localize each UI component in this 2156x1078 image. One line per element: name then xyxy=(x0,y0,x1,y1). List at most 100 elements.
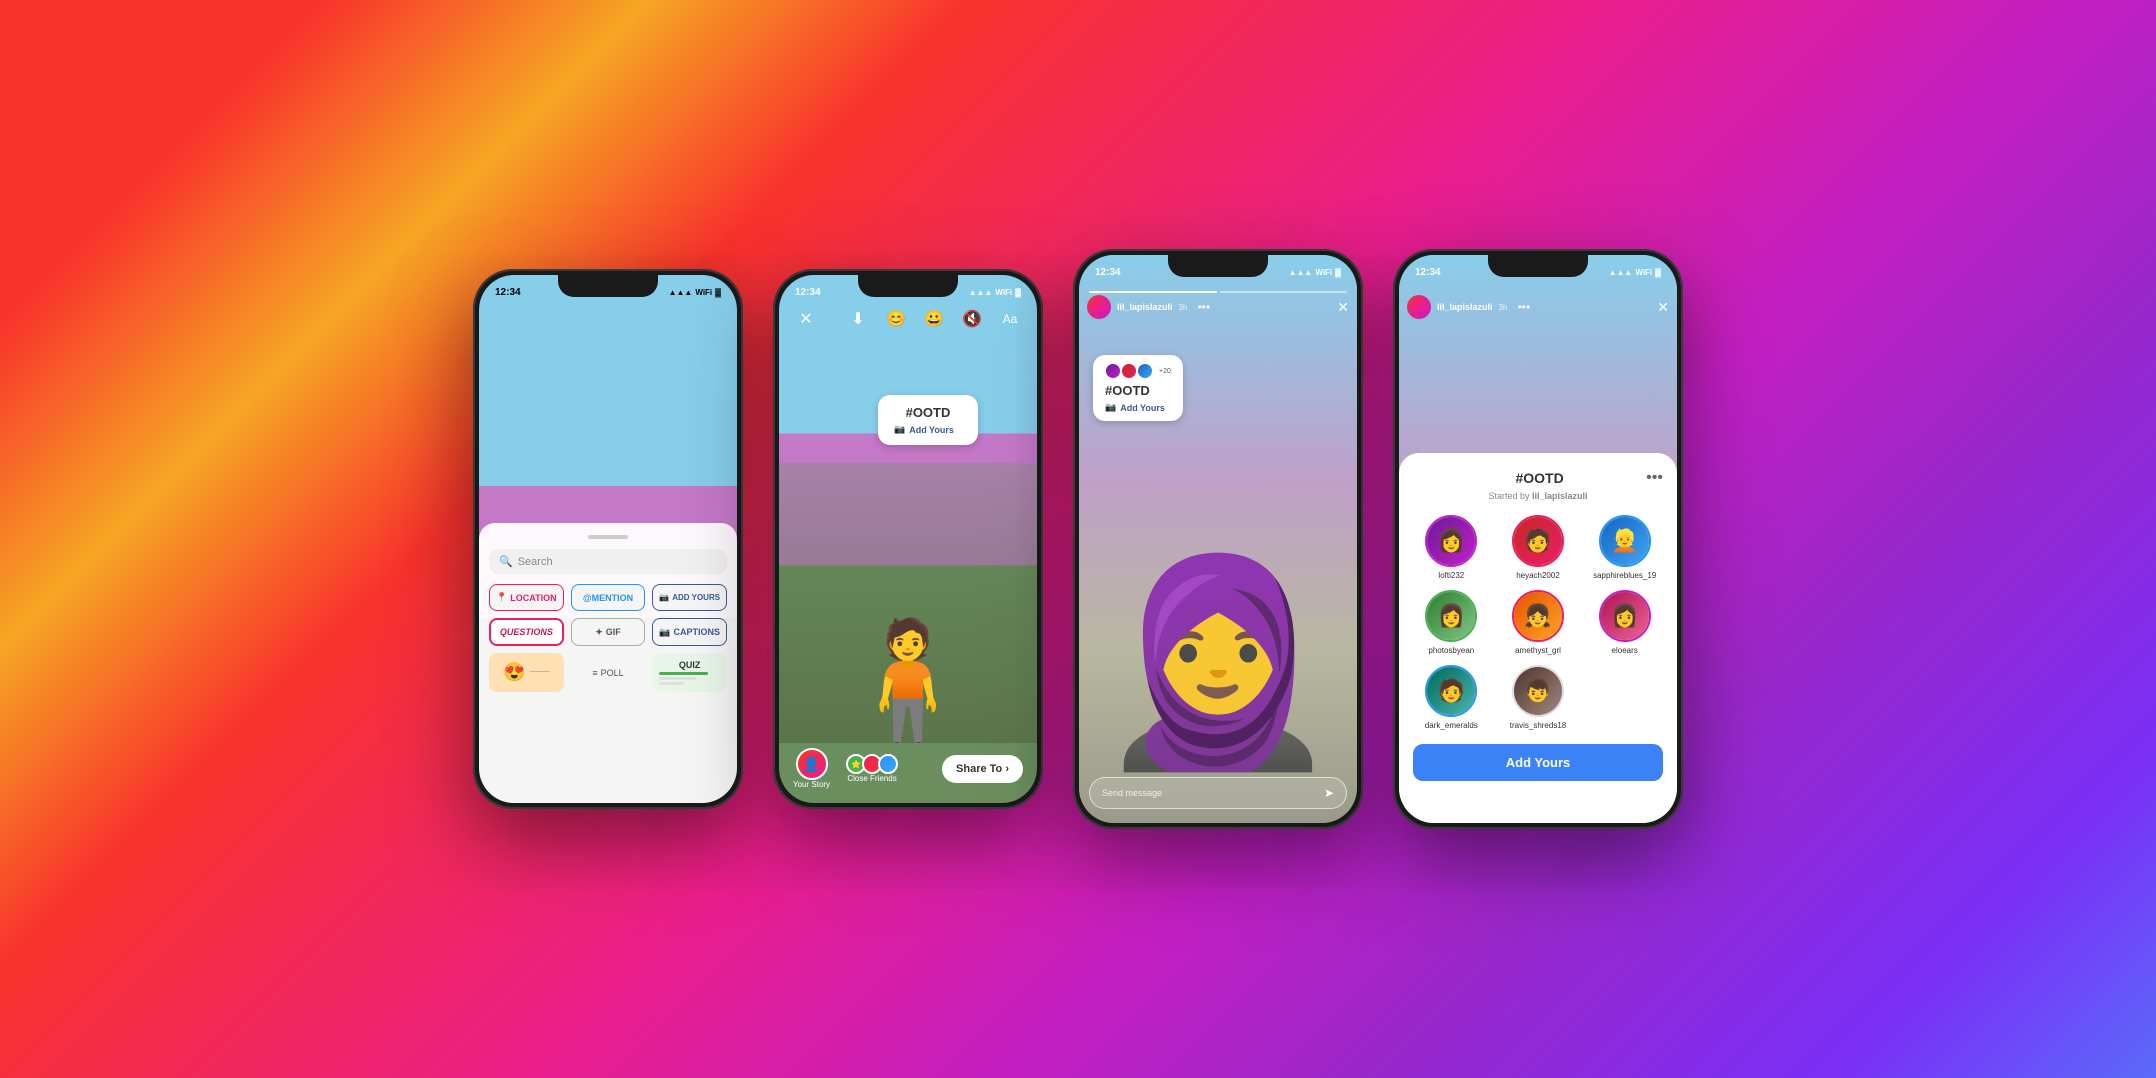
quiz-label: QUIZ xyxy=(679,660,701,670)
participant-av-0: 👩 xyxy=(1425,515,1477,567)
sticker-mention-btn[interactable]: @MENTION xyxy=(571,584,646,611)
subtitle-user: lil_lapislazuli xyxy=(1532,491,1588,501)
participant-name-5: eloears xyxy=(1612,646,1638,655)
story-ootd-title: #OOTD xyxy=(1105,383,1171,398)
quiz-bars xyxy=(659,672,720,685)
story-user-avatar[interactable] xyxy=(1087,295,1111,319)
signal3-icon: ▲▲▲ xyxy=(1289,268,1313,277)
phone3-time: 12:34 xyxy=(1095,267,1121,278)
participant-item[interactable]: 👱 sapphireblues_19 xyxy=(1586,515,1663,580)
message-placeholder: Send message xyxy=(1102,788,1162,798)
story-close-icon[interactable]: ✕ xyxy=(1337,299,1349,316)
sheet-header: #OOTD ••• xyxy=(1413,469,1663,487)
poll-icon: ≡ xyxy=(592,668,597,678)
text-icon[interactable]: Aa xyxy=(997,312,1023,326)
phone4-status-icons: ▲▲▲ WiFi ▓ xyxy=(1609,268,1661,277)
sticker-poll-btn[interactable]: ≡ POLL xyxy=(571,653,646,692)
sticker-icon[interactable]: 😀 xyxy=(921,309,947,329)
participant-av-7: 👦 xyxy=(1512,665,1564,717)
emoji-icon[interactable]: 😊 xyxy=(883,309,909,329)
download-icon[interactable]: ⬇ xyxy=(845,309,871,329)
add-yours-bottom-sheet: #OOTD ••• Started by lil_lapislazuli 👩 l… xyxy=(1399,453,1677,823)
addyours-icon: 📷 xyxy=(659,593,669,602)
participants-grid: 👩 lofti232 🧑 heyach2002 👱 xyxy=(1413,515,1663,730)
participant-name-2: sapphireblues_19 xyxy=(1593,571,1656,580)
sticker-gif-btn[interactable]: ✦ GIF xyxy=(571,618,646,646)
story-person-photo: 🧍 xyxy=(779,463,1037,743)
phones-container: 12:34 ▲▲▲ WiFi ▓ 🔍 Search 📍 LOCATIO xyxy=(0,0,2156,1078)
phone4-close-icon[interactable]: ✕ xyxy=(1657,299,1669,316)
sticker-location-btn[interactable]: 📍 LOCATION xyxy=(489,584,564,611)
phone4-user-details: lil_lapislazuli xyxy=(1437,302,1493,312)
mute-icon[interactable]: 🔇 xyxy=(959,309,985,329)
ootd-sticker-story[interactable]: +20 #OOTD 📷 Add Yours xyxy=(1093,355,1183,421)
sticker-addyours-btn[interactable]: 📷 ADD YOURS xyxy=(652,584,727,611)
story-username: lil_lapislazuli xyxy=(1117,302,1173,312)
sticker-bottom-row: 😍 ──── ≡ POLL QUIZ xyxy=(489,653,727,692)
share-to-button[interactable]: Share To › xyxy=(942,755,1023,783)
participant-item-empty xyxy=(1586,665,1663,730)
gif-icon: ✦ xyxy=(595,627,603,638)
participant-av-1: 🧑 xyxy=(1512,515,1564,567)
participant-avatars-row: +20 xyxy=(1105,363,1171,379)
story-user-details: lil_lapislazuli xyxy=(1117,302,1173,312)
sticker-tray-overlay[interactable]: 🔍 Search 📍 LOCATION @MENTION 📷 ADD YOURS xyxy=(479,523,737,803)
questions-label: QUESTIONS xyxy=(500,627,553,637)
close-friends-group[interactable]: ⭐ Close Friends xyxy=(846,754,898,783)
phone1-notch xyxy=(558,275,658,297)
participant-item[interactable]: 👦 travis_shreds18 xyxy=(1500,665,1577,730)
phone2-status-icons: ▲▲▲ WiFi ▓ xyxy=(969,288,1021,297)
wifi4-icon: WiFi xyxy=(1635,268,1652,277)
participant-name-1: heyach2002 xyxy=(1516,571,1560,580)
participant-item[interactable]: 👩 photosbyean xyxy=(1413,590,1490,655)
phone4-story-avatar[interactable] xyxy=(1407,295,1431,319)
ootd-sticker-editor[interactable]: #OOTD 📷 Add Yours xyxy=(878,395,978,445)
your-story-group[interactable]: 👤 Your Story xyxy=(793,748,830,789)
sticker-captions-btn[interactable]: 📷 CAPTIONS xyxy=(652,618,727,646)
phone2-screen: 🧍 12:34 ▲▲▲ WiFi ▓ ✕ ⬇ 😊 😀 xyxy=(779,275,1037,803)
phone1-screen: 12:34 ▲▲▲ WiFi ▓ 🔍 Search 📍 LOCATIO xyxy=(479,275,737,803)
battery3-icon: ▓ xyxy=(1335,268,1341,277)
participant-item[interactable]: 🧑 dark_emeralds xyxy=(1413,665,1490,730)
signal-icon: ▲▲▲ xyxy=(669,288,693,297)
participant-av-4: 👧 xyxy=(1512,590,1564,642)
phone-sticker-tray: 12:34 ▲▲▲ WiFi ▓ 🔍 Search 📍 LOCATIO xyxy=(473,269,743,809)
close-icon[interactable]: ✕ xyxy=(793,309,819,329)
wifi2-icon: WiFi xyxy=(995,288,1012,297)
sheet-more-icon[interactable]: ••• xyxy=(1646,469,1663,487)
sheet-title: #OOTD xyxy=(1515,470,1563,486)
signal2-icon: ▲▲▲ xyxy=(969,288,993,297)
location-label: LOCATION xyxy=(510,593,556,603)
sticker-emoji-btn[interactable]: 😍 ──── xyxy=(489,653,564,692)
participant-item[interactable]: 👩 eloears xyxy=(1586,590,1663,655)
participant-av-5: 👩 xyxy=(1599,590,1651,642)
phone1-status-icons: ▲▲▲ WiFi ▓ xyxy=(669,288,721,297)
participant-item[interactable]: 👧 amethyst_grl xyxy=(1500,590,1577,655)
battery-icon: ▓ xyxy=(715,288,721,297)
sticker-questions-btn[interactable]: QUESTIONS xyxy=(489,618,564,646)
subtitle-prefix: Started by xyxy=(1488,491,1529,501)
phone-story-editor: 🧍 12:34 ▲▲▲ WiFi ▓ ✕ ⬇ 😊 😀 xyxy=(773,269,1043,809)
camera-icon-story: 📷 xyxy=(1105,402,1116,413)
add-yours-cta-button[interactable]: Add Yours xyxy=(1413,744,1663,781)
mini-av-3 xyxy=(1137,363,1153,379)
story-more-icon[interactable]: ••• xyxy=(1197,300,1210,314)
story-progress-bars xyxy=(1079,287,1357,297)
send-icon[interactable]: ➤ xyxy=(1324,786,1334,800)
sticker-search-bar[interactable]: 🔍 Search xyxy=(489,549,727,574)
wifi3-icon: WiFi xyxy=(1315,268,1332,277)
story-message-bar[interactable]: Send message ➤ xyxy=(1089,777,1347,809)
phone-add-yours-sheet: 12:34 ▲▲▲ WiFi ▓ lil_lapislazuli 3h ••• … xyxy=(1393,249,1683,829)
sticker-tray-handle xyxy=(588,535,628,539)
phone2-notch xyxy=(858,275,958,297)
mini-av-2 xyxy=(1121,363,1137,379)
add-yours-tag: 📷 Add Yours xyxy=(894,424,962,435)
gif-label: GIF xyxy=(606,627,621,637)
close-friends-av2 xyxy=(878,754,898,774)
close-friends-avatars: ⭐ xyxy=(846,754,898,774)
phone3-status-icons: ▲▲▲ WiFi ▓ xyxy=(1289,268,1341,277)
phone4-more-icon[interactable]: ••• xyxy=(1517,300,1530,314)
sticker-quiz-btn[interactable]: QUIZ xyxy=(652,653,727,692)
participant-item[interactable]: 🧑 heyach2002 xyxy=(1500,515,1577,580)
participant-item[interactable]: 👩 lofti232 xyxy=(1413,515,1490,580)
